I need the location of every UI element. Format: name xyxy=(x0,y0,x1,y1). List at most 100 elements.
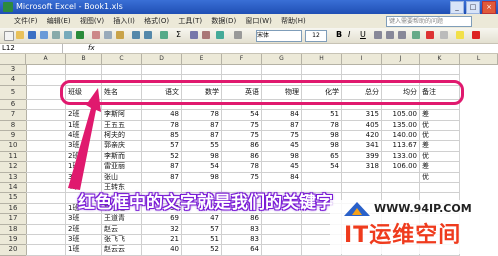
table-cell[interactable]: 140.00 xyxy=(382,131,420,142)
table-cell[interactable] xyxy=(26,193,66,204)
table-cell[interactable]: 133.00 xyxy=(382,151,420,163)
table-cell[interactable] xyxy=(382,65,420,76)
table-cell[interactable]: 106.00 xyxy=(382,162,420,173)
table-cell[interactable]: 差 xyxy=(420,110,460,121)
table-cell[interactable] xyxy=(26,224,66,235)
menu-file[interactable]: 文件(F) xyxy=(14,17,38,25)
table-cell[interactable]: 98 xyxy=(302,131,342,142)
row-header[interactable]: 7 xyxy=(0,110,27,121)
column-header[interactable]: D xyxy=(142,54,182,65)
underline-icon[interactable]: U xyxy=(360,31,368,39)
menu-tools[interactable]: 工具(T) xyxy=(178,17,202,25)
table-cell[interactable]: 54 xyxy=(182,162,222,173)
table-cell[interactable] xyxy=(182,65,222,76)
table-cell[interactable] xyxy=(382,172,420,183)
table-cell[interactable] xyxy=(262,245,302,256)
table-cell[interactable]: 1班 xyxy=(66,162,102,173)
table-cell[interactable]: 83 xyxy=(222,224,262,235)
table-cell[interactable]: 135.00 xyxy=(382,120,420,131)
new-icon[interactable] xyxy=(4,31,14,41)
menu-window[interactable]: 窗口(W) xyxy=(245,17,271,25)
copy-icon[interactable] xyxy=(104,31,112,39)
table-cell[interactable]: 75 xyxy=(262,131,302,142)
table-cell[interactable]: 2班 xyxy=(66,151,102,163)
row-header[interactable]: 8 xyxy=(0,120,27,131)
table-cell[interactable]: 赵云 xyxy=(102,224,142,235)
sort-descending-icon[interactable] xyxy=(202,31,210,39)
hyperlink-icon[interactable] xyxy=(160,31,168,39)
column-header[interactable]: E xyxy=(182,54,222,65)
table-cell[interactable]: 李斯阿 xyxy=(102,110,142,121)
table-cell[interactable]: 87 xyxy=(142,162,182,173)
table-cell[interactable]: 405 xyxy=(342,120,382,131)
help-search-input[interactable]: 键入需要帮助的问题 xyxy=(386,16,472,27)
chart-wizard-icon[interactable] xyxy=(216,31,224,39)
table-cell[interactable] xyxy=(342,65,382,76)
borders-icon[interactable] xyxy=(440,31,448,39)
table-cell[interactable] xyxy=(342,183,382,194)
table-cell[interactable]: 84 xyxy=(262,110,302,121)
close-button[interactable]: × xyxy=(482,1,496,14)
row-header[interactable]: 12 xyxy=(0,162,27,173)
table-cell[interactable]: 柯夫的 xyxy=(102,131,142,142)
table-cell[interactable]: 3班 xyxy=(66,141,102,152)
table-cell[interactable]: 64 xyxy=(222,245,262,256)
table-cell[interactable]: 52 xyxy=(182,245,222,256)
spelling-icon[interactable] xyxy=(76,31,84,39)
table-cell[interactable]: 86 xyxy=(222,214,262,225)
table-cell[interactable]: 4班 xyxy=(66,131,102,142)
table-cell[interactable] xyxy=(142,65,182,76)
autosum-icon[interactable]: Σ xyxy=(176,31,184,39)
table-cell[interactable]: 65 xyxy=(302,151,342,163)
table-cell[interactable]: 78 xyxy=(142,120,182,131)
column-header[interactable]: K xyxy=(420,54,460,65)
table-cell[interactable]: 赵云云 xyxy=(102,245,142,256)
font-size-select[interactable]: 12 xyxy=(305,30,327,42)
table-cell[interactable]: 40 xyxy=(142,245,182,256)
table-cell[interactable]: 57 xyxy=(142,141,182,152)
table-cell[interactable] xyxy=(26,235,66,246)
open-icon[interactable] xyxy=(16,31,24,39)
minimize-button[interactable]: _ xyxy=(450,1,464,14)
table-cell[interactable] xyxy=(222,65,262,76)
table-cell[interactable]: 98 xyxy=(262,151,302,163)
currency-icon[interactable] xyxy=(426,31,434,39)
table-cell[interactable]: 优 xyxy=(420,120,460,131)
table-cell[interactable]: 54 xyxy=(302,162,342,173)
align-right-icon[interactable] xyxy=(398,31,406,39)
table-cell[interactable]: 315 xyxy=(342,110,382,121)
table-cell[interactable]: 52 xyxy=(142,151,182,163)
table-cell[interactable] xyxy=(26,131,66,142)
table-cell[interactable] xyxy=(66,65,102,76)
table-cell[interactable]: 32 xyxy=(142,224,182,235)
table-cell[interactable]: 3班 xyxy=(66,235,102,246)
table-cell[interactable] xyxy=(382,183,420,194)
merge-center-icon[interactable] xyxy=(412,31,420,39)
table-cell[interactable]: 113.67 xyxy=(382,141,420,152)
table-cell[interactable]: 318 xyxy=(342,162,382,173)
table-cell[interactable]: 399 xyxy=(342,151,382,163)
row-header[interactable]: 13 xyxy=(0,172,27,183)
table-cell[interactable] xyxy=(26,172,66,183)
column-header[interactable]: J xyxy=(382,54,420,65)
table-cell[interactable] xyxy=(102,65,142,76)
table-cell[interactable] xyxy=(26,203,66,215)
table-cell[interactable]: 98 xyxy=(182,172,222,183)
table-cell[interactable] xyxy=(26,75,66,86)
table-cell[interactable]: 85 xyxy=(142,131,182,142)
table-cell[interactable]: 420 xyxy=(342,131,382,142)
table-cell[interactable]: 2班 xyxy=(66,110,102,121)
select-all-corner[interactable] xyxy=(0,54,26,65)
table-cell[interactable]: 86 xyxy=(222,151,262,163)
menu-format[interactable]: 格式(O) xyxy=(144,17,169,25)
row-header[interactable]: 15 xyxy=(0,193,27,204)
table-cell[interactable] xyxy=(26,151,66,163)
table-cell[interactable]: 75 xyxy=(222,131,262,142)
table-cell[interactable] xyxy=(342,172,382,183)
table-cell[interactable]: 78 xyxy=(182,110,222,121)
table-cell[interactable]: 2班 xyxy=(66,224,102,235)
table-cell[interactable]: 优 xyxy=(420,151,460,163)
table-cell[interactable]: 差 xyxy=(420,141,460,152)
table-cell[interactable]: 47 xyxy=(182,214,222,225)
table-cell[interactable] xyxy=(26,183,66,194)
